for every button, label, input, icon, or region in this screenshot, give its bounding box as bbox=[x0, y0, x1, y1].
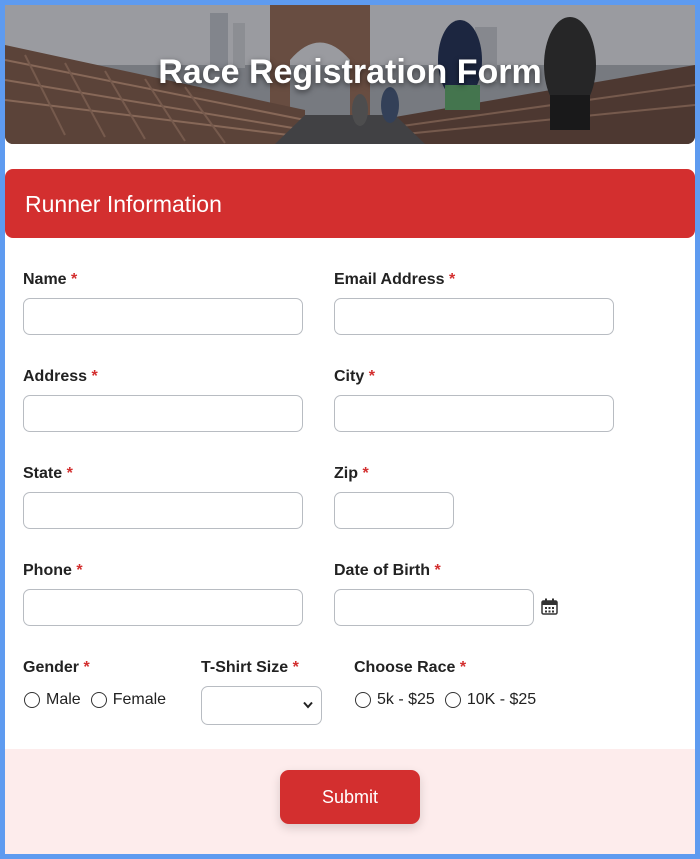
dob-input[interactable] bbox=[334, 589, 534, 626]
state-input[interactable] bbox=[23, 492, 303, 529]
required-marker: * bbox=[83, 659, 90, 676]
address-label-text: Address bbox=[23, 368, 88, 385]
state-label-text: State bbox=[23, 465, 63, 482]
city-label-text: City bbox=[334, 368, 365, 385]
radio-label: 5k - $25 bbox=[377, 691, 435, 708]
required-marker: * bbox=[459, 659, 467, 676]
name-label: Name * bbox=[23, 271, 77, 289]
required-marker: * bbox=[76, 562, 83, 579]
name-input[interactable] bbox=[23, 298, 303, 335]
race-radio-5k[interactable]: 5k - $25 bbox=[355, 691, 435, 709]
page-title: Race Registration Form bbox=[158, 53, 542, 91]
name-label-text: Name bbox=[23, 271, 67, 288]
race-radio-group: 5k - $25 10K - $25 bbox=[355, 691, 546, 709]
phone-label: Phone * bbox=[23, 562, 83, 580]
dob-label: Date of Birth * bbox=[334, 562, 441, 580]
required-marker: * bbox=[449, 271, 456, 288]
radio-label: Female bbox=[112, 691, 167, 708]
phone-input[interactable] bbox=[23, 589, 303, 626]
tshirt-label-text: T-Shirt Size bbox=[201, 659, 289, 676]
required-marker: * bbox=[292, 659, 299, 676]
phone-label-text: Phone bbox=[23, 562, 72, 579]
zip-label: Zip * bbox=[334, 465, 369, 483]
state-label: State * bbox=[23, 465, 73, 483]
race-label-text: Choose Race bbox=[354, 659, 456, 676]
gender-label-text: Gender bbox=[23, 659, 80, 676]
radio-button[interactable] bbox=[444, 692, 461, 708]
race-label: Choose Race * bbox=[354, 659, 466, 677]
dob-label-text: Date of Birth bbox=[334, 562, 430, 579]
gender-radio-male[interactable]: Male bbox=[24, 691, 81, 709]
required-marker: * bbox=[434, 562, 441, 579]
tshirt-label: T-Shirt Size * bbox=[201, 659, 299, 677]
gender-radio-female[interactable]: Female bbox=[90, 691, 167, 709]
submit-button[interactable]: Submit bbox=[280, 770, 420, 824]
required-marker: * bbox=[91, 368, 98, 385]
radio-button[interactable] bbox=[24, 692, 40, 708]
radio-label: 10K - $25 bbox=[466, 691, 537, 708]
zip-input[interactable] bbox=[334, 492, 454, 529]
calendar-icon[interactable] bbox=[541, 598, 558, 615]
chevron-down-icon bbox=[303, 701, 313, 709]
email-input[interactable] bbox=[334, 298, 614, 335]
race-radio-10k[interactable]: 10K - $25 bbox=[444, 691, 537, 709]
required-marker: * bbox=[71, 271, 78, 288]
radio-button[interactable] bbox=[90, 692, 107, 708]
gender-radio-group: Male Female bbox=[24, 691, 176, 709]
section-header: Runner Information bbox=[5, 169, 695, 238]
address-label: Address * bbox=[23, 368, 98, 386]
required-marker: * bbox=[362, 465, 369, 482]
tshirt-select[interactable] bbox=[201, 686, 322, 725]
header-banner: Race Registration Form bbox=[5, 5, 695, 144]
form-frame: Race Registration Form Runner Informatio… bbox=[5, 5, 695, 854]
gender-label: Gender * bbox=[23, 659, 90, 677]
city-input[interactable] bbox=[334, 395, 614, 432]
city-label: City * bbox=[334, 368, 375, 386]
zip-label-text: Zip bbox=[334, 465, 358, 482]
required-marker: * bbox=[368, 368, 375, 385]
address-input[interactable] bbox=[23, 395, 303, 432]
email-label-text: Email Address bbox=[334, 271, 445, 288]
radio-label: Male bbox=[46, 691, 81, 708]
email-label: Email Address * bbox=[334, 271, 455, 289]
section-title: Runner Information bbox=[25, 191, 222, 217]
radio-button[interactable] bbox=[355, 692, 371, 708]
required-marker: * bbox=[66, 465, 73, 482]
